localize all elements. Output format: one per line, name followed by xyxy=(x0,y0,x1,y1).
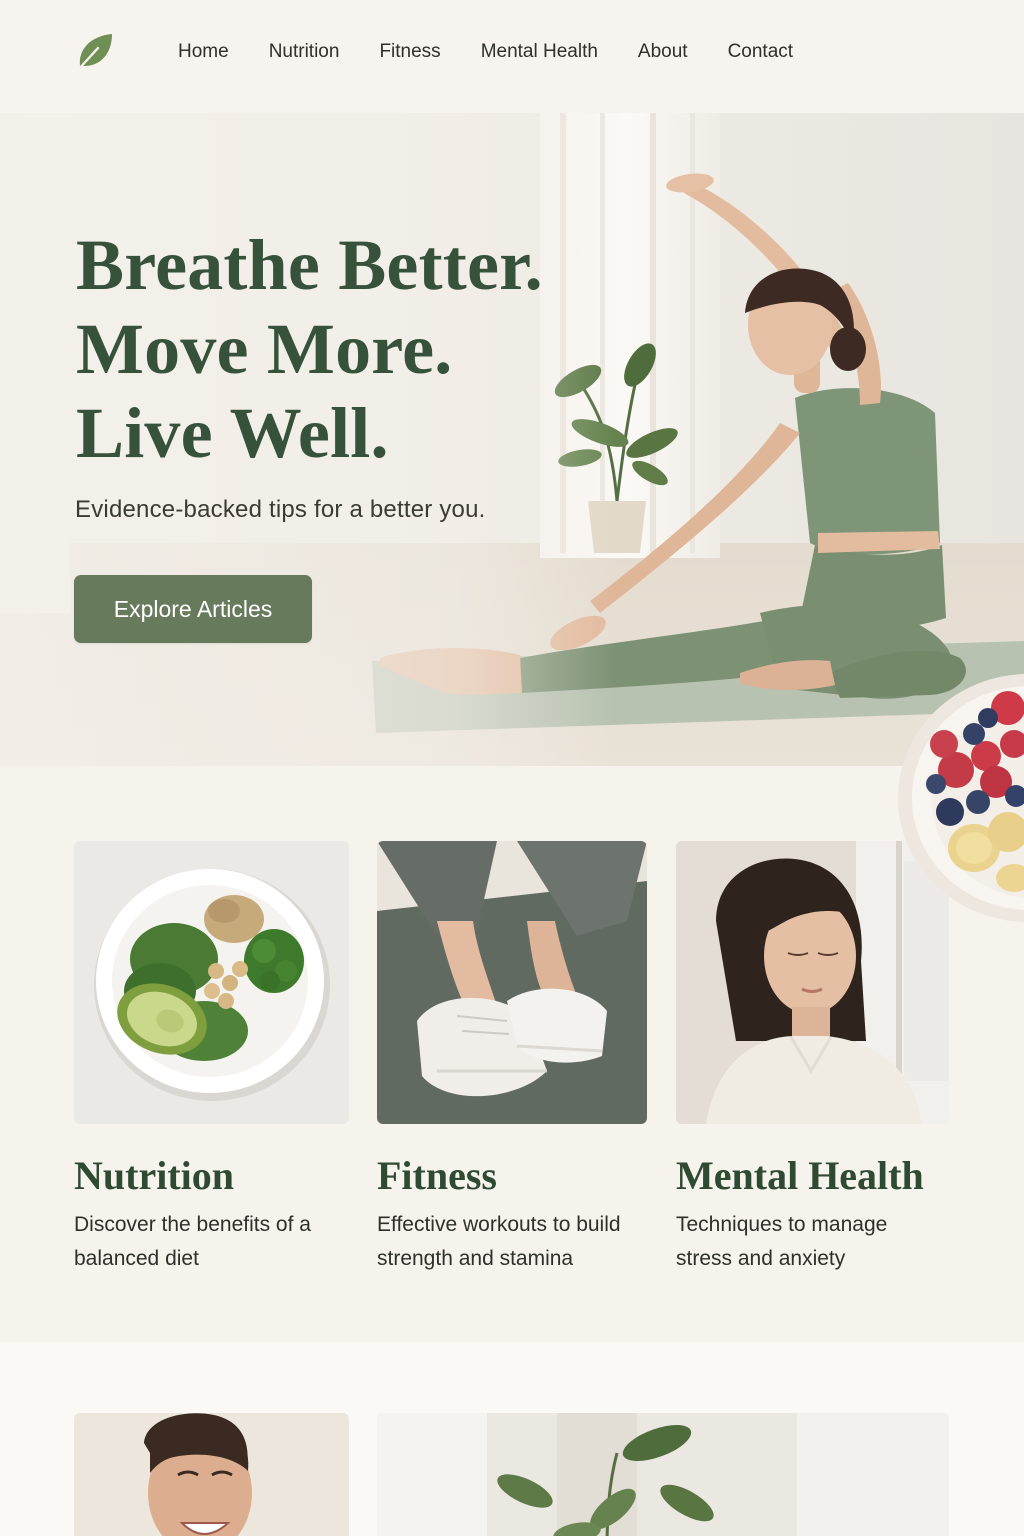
nav-about-link[interactable]: About xyxy=(618,38,708,66)
nav-fitness-link[interactable]: Fitness xyxy=(359,38,460,66)
card-description: Techniques to manage stress and anxiety xyxy=(676,1213,888,1270)
nutrition-image xyxy=(74,841,349,1124)
leaf-icon[interactable] xyxy=(74,30,116,72)
main-nav: Home Nutrition Fitness Mental Health Abo… xyxy=(158,38,813,66)
hero-title-line: Live Well. xyxy=(76,393,389,473)
nav-nutrition-link[interactable]: Nutrition xyxy=(249,38,360,66)
card-description: Effective workouts to build strength and… xyxy=(377,1213,621,1270)
featured-plant-image[interactable] xyxy=(377,1413,949,1536)
hero-section: Breathe Better. Move More. Live Well. Ev… xyxy=(0,113,1024,766)
card-title: Nutrition xyxy=(74,1153,234,1198)
nav-home-link[interactable]: Home xyxy=(158,38,249,66)
nav-contact-link[interactable]: Contact xyxy=(708,38,813,66)
category-card-fitness[interactable]: Fitness Effective workouts to build stre… xyxy=(377,841,647,1276)
site-header: Home Nutrition Fitness Mental Health Abo… xyxy=(0,0,1024,113)
hero-title-line: Move More. xyxy=(76,309,453,389)
berry-bowl-image xyxy=(898,674,1024,922)
nav-mental-health-link[interactable]: Mental Health xyxy=(461,38,618,66)
card-title: Fitness xyxy=(377,1153,497,1198)
explore-articles-button[interactable]: Explore Articles xyxy=(74,575,312,643)
card-description: Discover the benefits of a balanced diet xyxy=(74,1213,311,1270)
fitness-image xyxy=(377,841,647,1124)
hero-title: Breathe Better. Move More. Live Well. xyxy=(76,223,636,475)
category-card-nutrition[interactable]: Nutrition Discover the benefits of a bal… xyxy=(74,841,349,1276)
card-title: Mental Health xyxy=(676,1153,924,1198)
hero-title-line: Breathe Better. xyxy=(76,225,543,305)
categories-section: Nutrition Discover the benefits of a bal… xyxy=(0,766,1024,1342)
featured-man-image[interactable] xyxy=(74,1413,349,1536)
hero-subtitle: Evidence-backed tips for a better you. xyxy=(75,496,486,523)
featured-section xyxy=(0,1342,1024,1536)
